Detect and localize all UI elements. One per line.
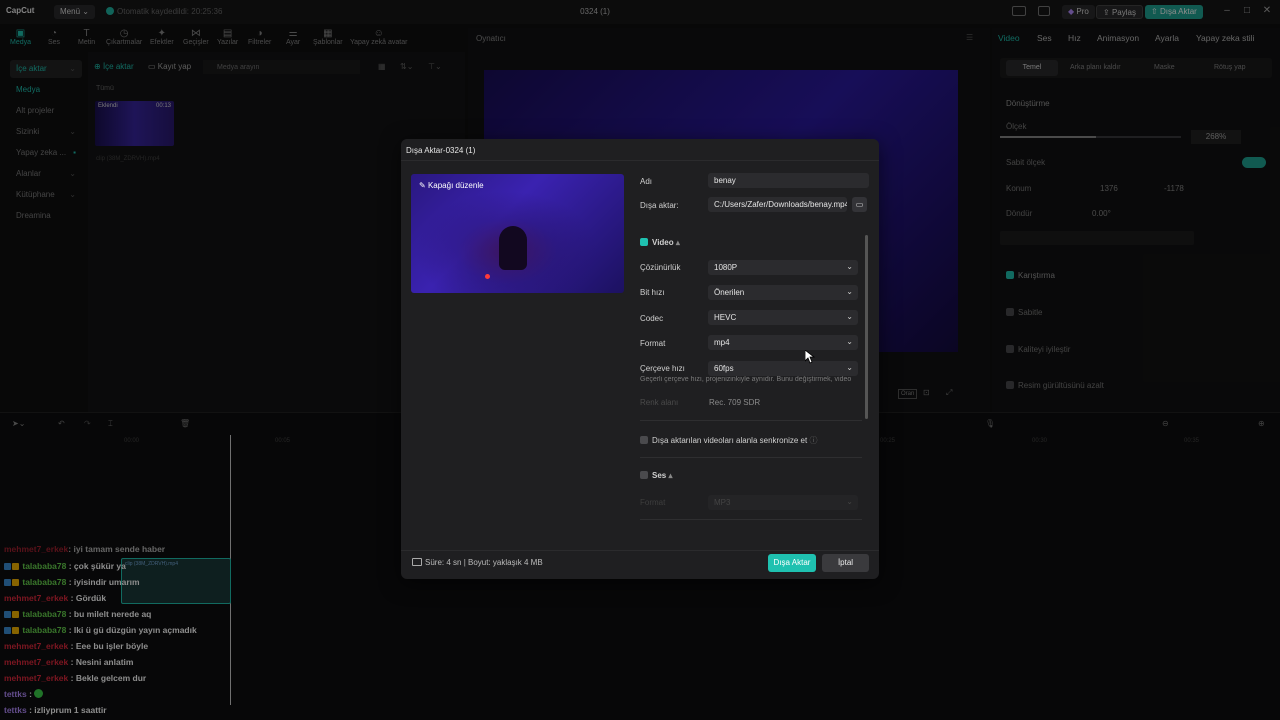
color-space-label: Renk alanı (640, 398, 679, 407)
sync-label: Dışa aktarılan videoları alanla senkroni… (652, 436, 808, 445)
codec-value: HEVC (714, 313, 737, 322)
footer-info: Süre: 4 sn | Boyut: yaklaşık 4 MB (412, 558, 543, 567)
chevron-down-icon: ⌄ (846, 262, 853, 271)
format-label: Format (640, 339, 666, 348)
name-label: Adı (640, 177, 653, 186)
video-section-label: Video (652, 238, 674, 247)
codec-select[interactable]: HEVC ⌄ (708, 310, 858, 325)
sync-option[interactable]: Dışa aktarılan videoları alanla senkroni… (640, 435, 817, 446)
audio-section-label: Ses (652, 471, 667, 480)
cover-light (485, 274, 490, 279)
dialog-title: Dışa Aktar-0324 (1) (401, 139, 879, 161)
chevron-up-icon: ▴ (668, 471, 673, 480)
bitrate-label: Bit hızı (640, 288, 665, 297)
resolution-select[interactable]: 1080P ⌄ (708, 260, 858, 275)
cancel-button[interactable]: İptal (822, 554, 869, 572)
mouse-cursor-icon (805, 350, 815, 364)
info-icon[interactable]: ⓘ (809, 436, 817, 445)
resolution-label: Çözünürlük (640, 263, 681, 272)
video-checkbox[interactable] (640, 238, 648, 246)
audio-format-select: MP3 ⌄ (708, 495, 858, 510)
edit-cover-label: Kapağı düzenle (427, 181, 484, 190)
resolution-value: 1080P (714, 263, 738, 272)
dialog-scrollbar[interactable] (865, 235, 868, 419)
cover-figure (499, 226, 527, 270)
video-section-toggle[interactable]: Video ▴ (640, 238, 680, 247)
divider (640, 420, 862, 421)
edit-cover-button[interactable]: ✎ Kapağı düzenle (419, 181, 484, 190)
bitrate-select[interactable]: Önerilen ⌄ (708, 285, 858, 300)
chevron-down-icon: ⌄ (846, 337, 853, 346)
fps-label: Çerçeve hızı (640, 364, 685, 373)
audio-section-toggle[interactable]: Ses ▴ (640, 471, 672, 480)
export-button[interactable]: Dışa Aktar (768, 554, 816, 572)
divider (640, 519, 862, 520)
format-value: mp4 (714, 338, 730, 347)
folder-icon[interactable]: ▭ (852, 197, 867, 212)
export-to-label: Dışa aktar: (640, 201, 679, 210)
fps-select[interactable]: 60fps ⌄ (708, 361, 858, 376)
bitrate-value: Önerilen (714, 288, 745, 297)
audio-format-label: Format (640, 498, 666, 507)
sync-checkbox[interactable] (640, 436, 648, 444)
chevron-up-icon: ▴ (675, 238, 680, 247)
audio-format-value: MP3 (714, 498, 731, 507)
export-path-field[interactable]: C:/Users/Zafer/Downloads/benay.mp4 (708, 197, 847, 212)
color-space-value: Rec. 709 SDR (709, 398, 761, 407)
fps-value: 60fps (714, 364, 734, 373)
footer-info-text: Süre: 4 sn | Boyut: yaklaşık 4 MB (425, 558, 543, 567)
audio-checkbox[interactable] (640, 471, 648, 479)
divider (640, 457, 862, 458)
chevron-down-icon: ⌄ (846, 287, 853, 296)
chevron-down-icon: ⌄ (846, 497, 853, 506)
chevron-down-icon: ⌄ (846, 363, 853, 372)
format-select[interactable]: mp4 ⌄ (708, 335, 858, 350)
codec-label: Codec (640, 314, 664, 323)
film-icon (412, 558, 422, 566)
chevron-down-icon: ⌄ (846, 312, 853, 321)
name-input[interactable] (708, 173, 869, 188)
cover-preview[interactable]: ✎ Kapağı düzenle (411, 174, 624, 293)
fps-hint: Geçerli çerçeve hızı, projenizinkiyle ay… (640, 376, 852, 383)
